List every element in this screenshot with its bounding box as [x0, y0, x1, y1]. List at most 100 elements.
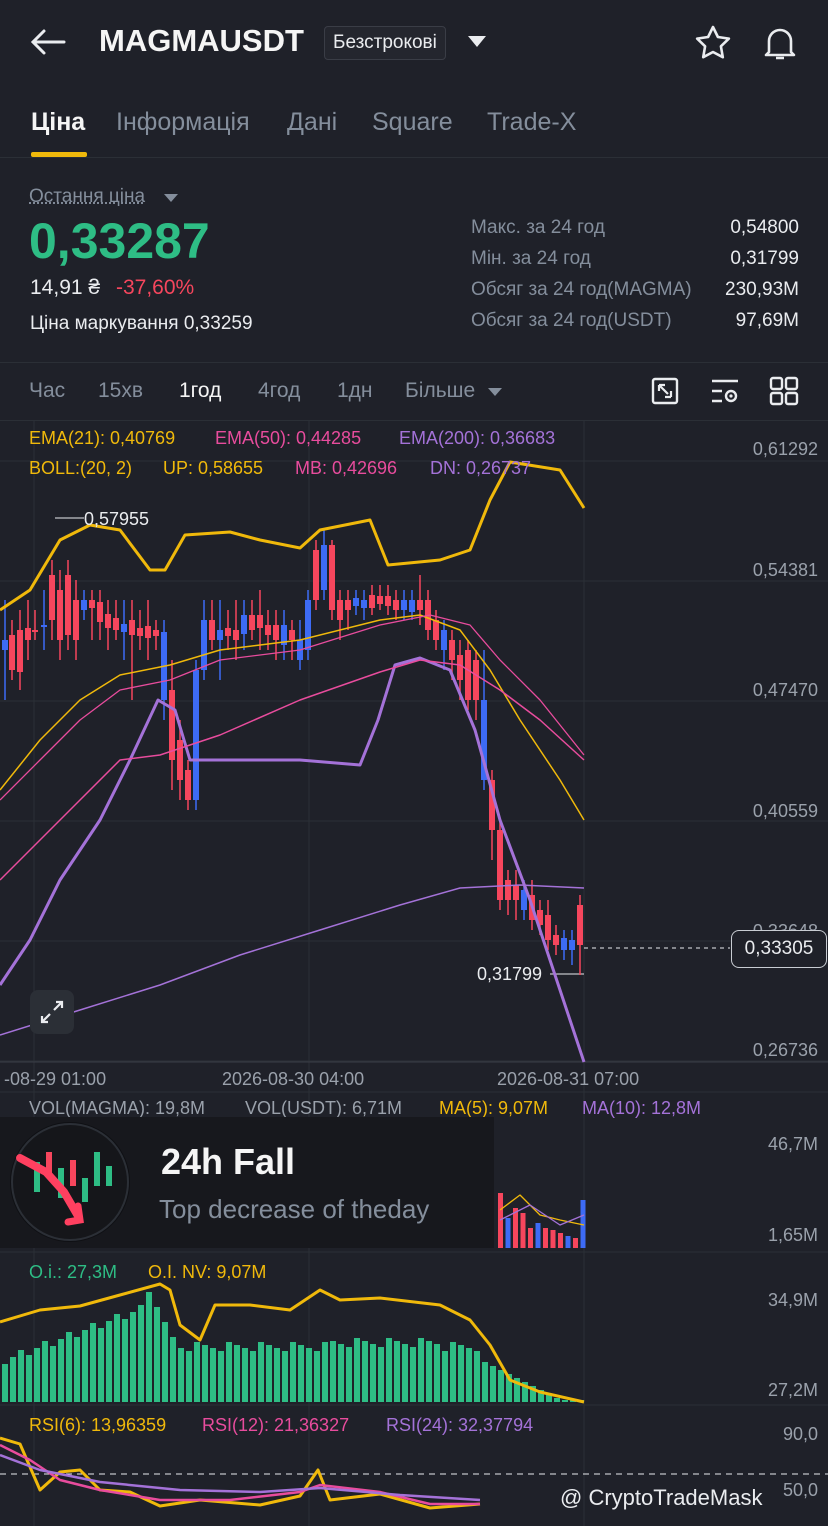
volume-axis-label: 1,65M	[767, 1225, 818, 1245]
interval-1d[interactable]: 1дн	[337, 379, 373, 403]
oi-bar	[90, 1323, 96, 1402]
stat-label-vol-quote: Обсяг за 24 год(USDT)	[471, 310, 672, 331]
last-price-chevron-icon[interactable]	[164, 194, 178, 202]
oi-bar	[74, 1337, 80, 1402]
candle-body	[265, 625, 271, 635]
change-percent: -37,60%	[116, 276, 195, 299]
bell-icon[interactable]	[761, 24, 799, 62]
last-price-label[interactable]: Остання ціна	[29, 186, 145, 208]
candle-body	[393, 600, 399, 610]
candle-body	[329, 545, 335, 610]
interval-4h[interactable]: 4год	[258, 379, 300, 403]
fullscreen-icon[interactable]	[650, 376, 680, 406]
oi-bar	[34, 1348, 40, 1402]
candle-body	[401, 600, 407, 610]
contract-type-badge[interactable]: Безстрокові	[324, 26, 446, 60]
ema50-line	[0, 659, 585, 881]
boll-upper-line	[0, 460, 586, 612]
promo-image[interactable]	[10, 1122, 130, 1242]
candle-body	[9, 635, 15, 670]
oi-bar	[426, 1341, 432, 1402]
boll-up-legend: UP: 0,58655	[163, 458, 264, 478]
candle-body	[385, 596, 391, 606]
watermark: @ CryptoTradeMask	[560, 1485, 763, 1510]
time-axis-label: -08-29 01:00	[4, 1069, 107, 1089]
oi-bar	[418, 1338, 424, 1402]
candle-body	[257, 615, 263, 628]
candle-body	[25, 628, 31, 640]
interval-15m[interactable]: 15хв	[98, 379, 143, 403]
interval-1h[interactable]: 1год	[179, 379, 221, 403]
oi-bar	[106, 1321, 112, 1402]
star-icon[interactable]	[694, 24, 732, 62]
rsi-axis-label: 90,0	[782, 1424, 818, 1444]
oi-bar	[178, 1348, 184, 1402]
volume-bar	[535, 1223, 541, 1248]
candle-body	[289, 630, 295, 640]
candle-body	[561, 938, 567, 950]
back-arrow-icon[interactable]	[30, 28, 66, 56]
volume-bar	[520, 1213, 526, 1248]
oi-bar	[498, 1370, 504, 1402]
interval-time[interactable]: Час	[29, 379, 65, 403]
rsi12-legend: RSI(12): 21,36327	[202, 1415, 350, 1435]
volume-bar	[505, 1218, 511, 1248]
price-chart[interactable]	[0, 420, 828, 1526]
low-marker-label: 0,31799	[477, 964, 543, 984]
candle-body	[73, 600, 79, 640]
chart-settings-icon[interactable]	[710, 376, 740, 406]
oi-bar	[322, 1342, 328, 1402]
oi-bar	[314, 1351, 320, 1402]
oi-bar	[234, 1345, 240, 1402]
promo-title[interactable]: 24h Fall	[161, 1141, 295, 1183]
tab-data[interactable]: Дані	[287, 108, 337, 137]
oi-bar	[306, 1348, 312, 1402]
oi-bar	[410, 1347, 416, 1402]
oi-bar	[554, 1398, 560, 1402]
boll-lower-line	[0, 656, 586, 1063]
volume-bar	[513, 1208, 518, 1248]
candlesticks	[2, 530, 583, 975]
candle-body	[473, 660, 479, 700]
boll-dn-legend: DN: 0,26737	[430, 458, 532, 478]
price-axis-label: 0,26736	[752, 1040, 818, 1060]
oi-nv-legend: O.I. NV: 9,07M	[148, 1262, 267, 1282]
candle-body	[137, 628, 143, 636]
oi-bar	[186, 1351, 192, 1402]
interval-more[interactable]: Більше	[405, 379, 475, 403]
expand-chart-button[interactable]	[30, 990, 74, 1034]
open-interest-bars	[0, 1282, 585, 1404]
ema200-legend: EMA(200): 0,36683	[399, 428, 556, 448]
volume-bar	[528, 1228, 533, 1248]
promo-subtitle[interactable]: Top decrease of theday	[159, 1194, 429, 1225]
stat-value-high: 0,54800	[730, 217, 799, 238]
rsi24-line	[0, 1453, 481, 1502]
candle-body	[545, 915, 551, 940]
oi-bar	[82, 1330, 88, 1402]
oi-bar	[346, 1347, 352, 1402]
tab-price[interactable]: Ціна	[31, 108, 85, 137]
candle-body	[321, 545, 327, 590]
oi-bar	[378, 1347, 384, 1402]
symbol-title[interactable]: MAGMAUSDT	[99, 23, 304, 59]
oi-bar	[450, 1342, 456, 1402]
current-price-tag: 0,33305	[731, 930, 827, 968]
oi-bar	[50, 1346, 56, 1402]
tab-info[interactable]: Інформація	[116, 108, 250, 137]
tab-square[interactable]: Square	[372, 108, 453, 137]
ema200-line	[0, 884, 585, 1036]
oi-bar	[122, 1319, 128, 1402]
volume-bars	[498, 1193, 586, 1248]
oi-bar	[130, 1312, 136, 1402]
grid-layout-icon[interactable]	[769, 376, 799, 406]
candle-body	[193, 670, 199, 800]
oi-bar	[362, 1341, 368, 1402]
candle-body	[369, 595, 375, 608]
candle-body	[513, 885, 519, 900]
candle-body	[273, 625, 279, 640]
oi-bar	[226, 1342, 232, 1402]
more-chevron-icon[interactable]	[488, 388, 502, 396]
symbol-dropdown-chevron-icon[interactable]	[468, 36, 486, 47]
price-axis-label: 0,47470	[752, 680, 818, 700]
tab-trade-x[interactable]: Trade-X	[487, 108, 576, 137]
